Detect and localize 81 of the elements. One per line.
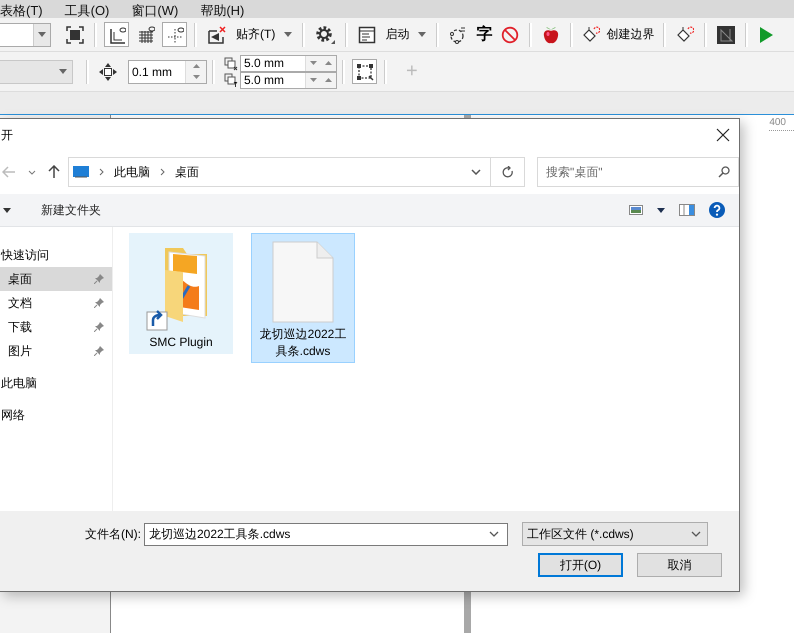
cancel-button[interactable]: 取消 [637,553,722,577]
selection-frame-icon [356,62,374,80]
nav-item[interactable]: 快速访问 [0,243,112,267]
breadcrumb[interactable]: 此电脑 [114,164,150,180]
offset-field[interactable]: 5.0 mm [240,72,337,88]
create-boundary-button[interactable]: 创建边界 [580,22,656,46]
file-item[interactable]: SMC Plugin [129,233,233,354]
caret-icon[interactable] [3,208,11,212]
nav-item[interactable]: 文档 [0,291,112,315]
menu-item[interactable]: 表格(T) [0,3,43,18]
up-arrow-icon[interactable] [48,165,60,179]
computer-icon [73,166,89,178]
filename-field[interactable]: 龙切巡边2022工具条.cdws [144,522,508,546]
chevron-down-icon[interactable] [28,170,36,174]
search-field[interactable]: 搜索"桌面" [537,157,739,187]
nudge-field[interactable]: 0.1 mm [128,60,207,84]
node-circle-icon[interactable] [449,26,468,44]
breadcrumb[interactable]: 桌面 [175,164,199,180]
settings-icon[interactable] [315,24,336,44]
text-tool-button[interactable]: 字 [476,24,492,45]
nav-item[interactable]: 此电脑 [0,371,112,395]
apple-icon[interactable] [542,26,560,44]
spin-up-icon[interactable] [192,64,200,68]
nav-item[interactable]: 图片 [0,339,112,363]
open-button[interactable]: 打开(O) [538,553,623,577]
spin-up-icon[interactable] [325,78,332,82]
toggle-button[interactable] [104,22,129,47]
move-icon [99,62,117,80]
spin-up-icon[interactable] [325,61,332,65]
document-icon [271,240,335,324]
address-bar[interactable]: 此电脑 桌面 [68,157,492,187]
caret-icon[interactable] [657,208,665,212]
close-icon[interactable] [716,128,730,142]
duplicate-y-icon [224,72,238,86]
guidelines-icon [166,26,184,44]
file-item[interactable]: 龙切巡边2022工具条.cdws [251,233,355,363]
fullscreen-icon[interactable] [66,26,84,44]
caret-icon[interactable] [284,32,292,37]
grid-icon [136,26,154,44]
frame-button[interactable] [352,59,377,84]
pin-icon [94,322,104,332]
snap-off-icon[interactable] [207,26,227,44]
file-type-dropdown[interactable]: 工作区文件 (*.cdws) [522,522,708,546]
chevron-down-icon[interactable] [471,169,482,175]
spin-down-icon[interactable] [310,61,317,65]
nav-item[interactable]: 网络 [0,403,112,427]
filename-label: 文件名(N): [85,526,141,542]
search-icon [718,166,730,178]
spin-down-icon[interactable] [192,75,200,79]
chevron-down-icon[interactable] [489,531,499,537]
prohibited-icon[interactable] [501,26,520,44]
pin-icon [94,298,104,308]
menu-item[interactable]: 工具(O) [64,3,110,18]
window-icon[interactable] [358,26,376,44]
play-icon[interactable] [758,26,774,44]
menu-item[interactable]: 窗口(W) [131,3,178,18]
view-icon[interactable] [629,205,643,215]
chevron-right-icon [160,168,165,176]
chevron-right-icon [99,168,104,176]
help-icon[interactable] [709,202,725,218]
menu-item[interactable]: 帮助(H) [200,3,244,18]
pin-icon [94,274,104,284]
refresh-button[interactable] [491,157,525,187]
duplicate-x-icon [224,56,238,70]
refresh-icon [502,166,514,178]
snap-menu[interactable]: 贴齐(T) [234,22,278,46]
new-folder-button[interactable]: 新建文件夹 [41,202,101,218]
launch-menu[interactable]: 启动 [383,22,412,46]
offset-field[interactable]: 5.0 mm [240,54,337,72]
chevron-down-icon[interactable] [691,531,701,537]
toggle-button[interactable] [162,22,187,47]
nav-item[interactable]: 桌面 [0,267,112,291]
pin-icon [94,346,104,356]
ruler-label: 400 [769,117,794,131]
spin-down-icon[interactable] [310,78,317,82]
nav-item[interactable]: 下载 [0,315,112,339]
dialog-title: 开 [1,126,13,144]
ruler-icon [108,26,126,44]
caret-icon[interactable] [418,32,426,37]
dropdown-field[interactable] [0,22,51,46]
preview-pane-icon[interactable] [679,204,695,216]
